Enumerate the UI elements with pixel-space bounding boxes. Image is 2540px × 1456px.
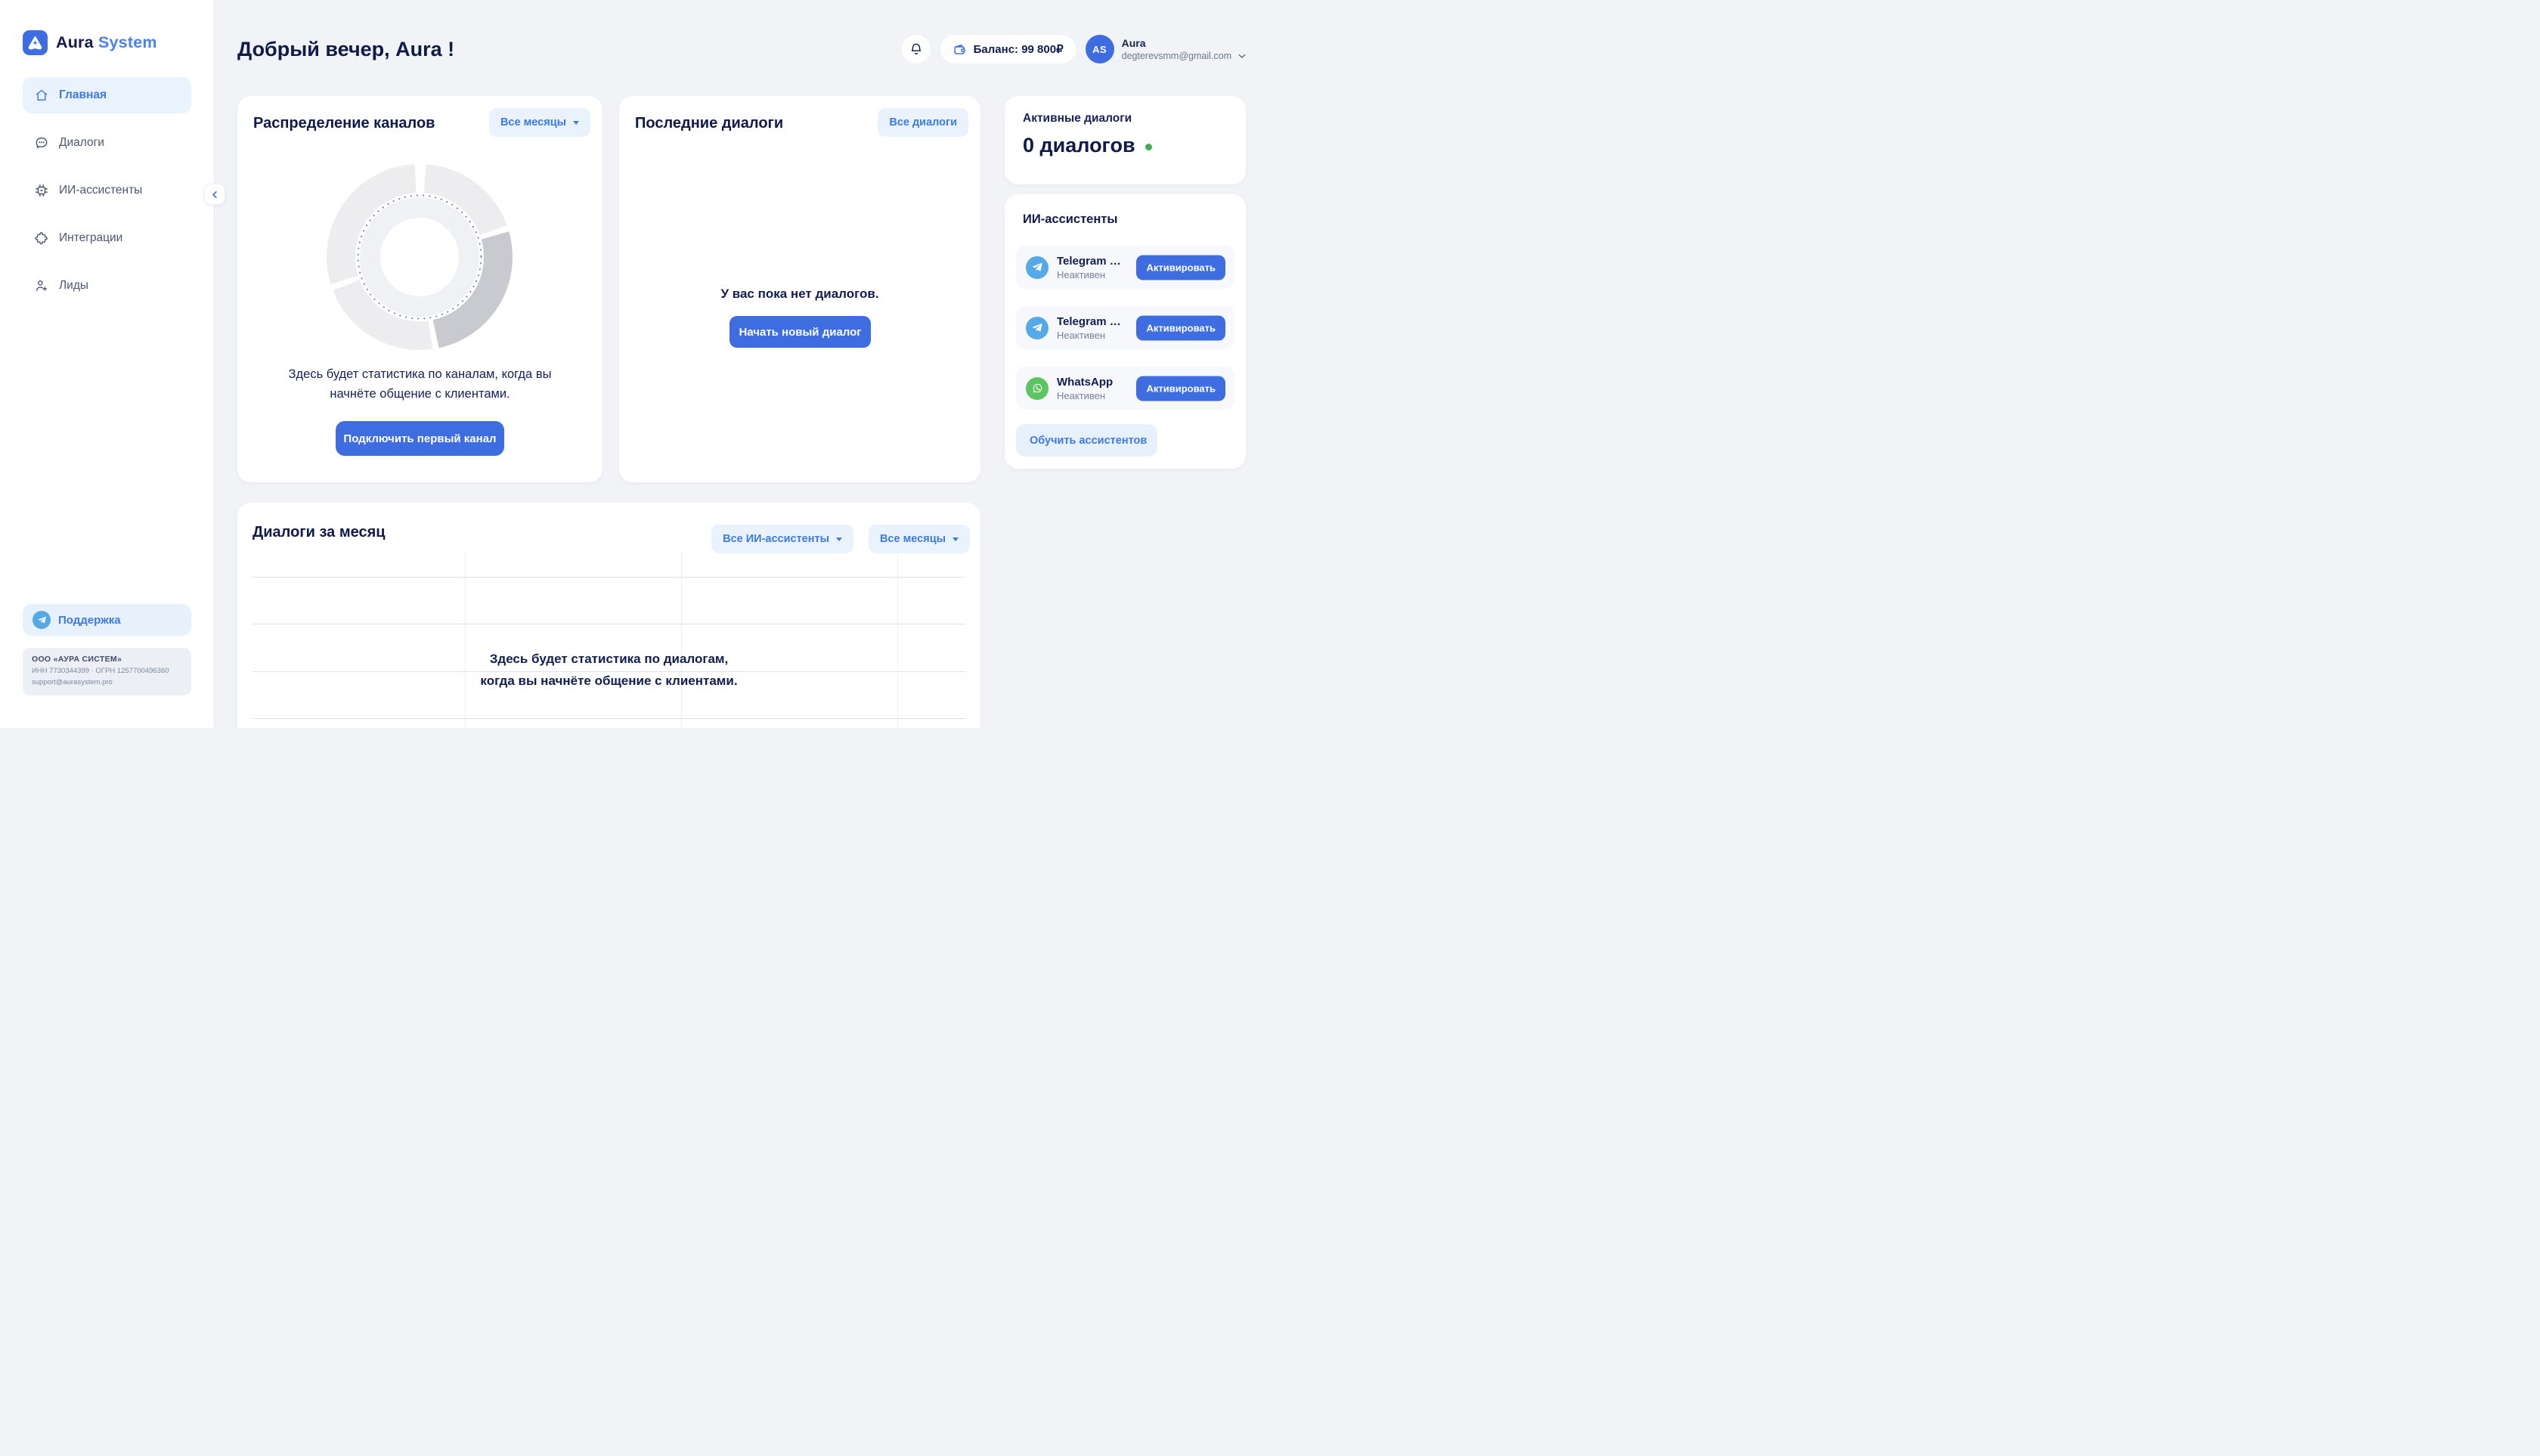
header-actions: Баланс: 99 800₽ AS Aura degterevsmm@gmai… [902,35,1247,64]
assistant-info: WhatsApp Неактивен [1057,376,1113,401]
monthly-card-title: Диалоги за месяц [252,524,386,541]
support-label: Поддержка [58,614,121,627]
months-filter[interactable]: Все месяцы [869,525,970,553]
user-plus-icon [34,278,49,293]
sidebar-item-leads[interactable]: Лиды [23,268,191,304]
filter-label: Все месяцы [500,116,566,129]
assistants-filter[interactable]: Все ИИ-ассистенты [711,525,853,553]
sidebar-item-label: ИИ-ассистенты [59,184,142,197]
filter-label: Все ИИ-ассистенты [723,533,829,545]
filter-label: Все месяцы [880,533,946,545]
company-name: ООО «АУРА СИСТЕМ» [32,655,182,664]
caret-down-icon [952,537,959,541]
channels-donut-chart [327,164,513,350]
status-dot-icon [1145,144,1152,150]
telegram-icon [33,611,51,629]
user-info: Aura degterevsmm@gmail.com [1122,37,1247,61]
gridline [897,552,898,728]
cpu-icon [34,183,49,198]
activate-assistant-button[interactable]: Активировать [1136,376,1225,401]
assistant-row[interactable]: WhatsApp Неактивен Активировать [1016,367,1234,410]
assistant-status: Неактивен [1057,330,1121,341]
chevron-down-icon [1237,51,1247,61]
assistant-info: Telegram … Неактивен [1057,255,1121,280]
sidebar-item-ai-assistants[interactable]: ИИ-ассистенты [23,172,191,209]
sidebar-nav: Главная Диалоги ИИ-ассис [23,77,191,304]
gridline [681,552,682,728]
sidebar-item-dialogs[interactable]: Диалоги [23,125,191,161]
assistant-status: Неактивен [1057,269,1121,280]
sidebar-item-label: Главная [59,88,107,102]
assistant-name: Telegram … [1057,255,1121,268]
all-dialogs-label: Все диалоги [889,116,957,129]
activate-assistant-button[interactable]: Активировать [1136,315,1225,340]
sidebar-item-label: Лиды [59,279,88,293]
caret-down-icon [573,121,579,125]
user-menu[interactable]: AS Aura degterevsmm@gmail.com [1086,35,1247,64]
company-email: support@aurasystem.pro [32,677,182,689]
sidebar-collapse-button[interactable] [204,184,225,205]
support-button[interactable]: Поддержка [23,604,191,636]
sidebar-item-home[interactable]: Главная [23,77,191,113]
telegram-icon [1026,256,1049,279]
user-email: degterevsmm@gmail.com [1122,51,1231,61]
sidebar: Aura System Главная Диалоги [0,0,215,728]
assistant-row[interactable]: Telegram … Неактивен Активировать [1016,246,1234,289]
active-dialogs-count: 0 диалогов [1023,134,1135,157]
all-dialogs-button[interactable]: Все диалоги [878,108,968,137]
assistant-name: WhatsApp [1057,376,1113,389]
sidebar-item-label: Интеграции [59,231,122,245]
bell-icon [909,42,924,57]
balance-label: Баланс: 99 800₽ [974,42,1064,56]
brand-logo[interactable]: Aura System [23,30,157,55]
gridline [252,718,965,719]
sidebar-item-label: Диалоги [59,136,104,150]
chevron-left-icon [210,190,220,200]
caret-down-icon [836,537,842,541]
channels-card: Распределение каналов Все месяцы Здесь б… [237,96,602,482]
active-dialogs-card: Активные диалоги 0 диалогов [1005,96,1246,184]
dialogs-empty-text: У вас пока нет диалогов. [619,287,980,302]
start-dialog-button[interactable]: Начать новый диалог [729,316,871,348]
channels-months-filter[interactable]: Все месяцы [489,108,590,137]
assistant-row[interactable]: Telegram … Неактивен Активировать [1016,306,1234,349]
home-icon [34,88,49,103]
recent-dialogs-card: Последние диалоги Все диалоги У вас пока… [619,96,980,482]
brand-name: Aura System [56,33,157,52]
chat-icon [34,135,49,150]
assistant-status: Неактивен [1057,390,1113,401]
dialogs-card-title: Последние диалоги [635,115,783,132]
dashboard-page: Aura System Главная Диалоги [0,0,1270,728]
assistant-info: Telegram … Неактивен [1057,315,1121,341]
page-greeting: Добрый вечер, Aura ! [237,38,454,61]
train-assistants-button[interactable]: Обучить ассистентов [1016,424,1157,457]
balance-button[interactable]: Баланс: 99 800₽ [940,35,1076,64]
gridline [465,552,466,728]
aura-logo-icon [23,30,48,55]
wallet-icon [952,42,967,57]
activate-assistant-button[interactable]: Активировать [1136,255,1225,280]
company-info-card: ООО «АУРА СИСТЕМ» ИНН 7730344399 · ОГРН … [23,648,191,695]
donut-inner-ring [370,208,469,307]
gridline [252,577,965,578]
monthly-empty-text: Здесь будет статистика по диалогам, когд… [252,648,965,692]
ai-assistants-card: ИИ-ассистенты Telegram … Неактивен Актив… [1005,194,1246,469]
user-name: Aura [1122,37,1247,49]
avatar: AS [1086,35,1114,64]
sidebar-item-integrations[interactable]: Интеграции [23,220,191,256]
active-dialogs-title: Активные диалоги [1023,112,1132,125]
whatsapp-icon [1026,377,1049,400]
connect-channel-button[interactable]: Подключить первый канал [336,421,504,456]
company-registration: ИНН 7730344399 · ОГРН 1257700496360 [32,666,182,677]
assistants-card-title: ИИ-ассистенты [1023,212,1117,227]
assistant-name: Telegram … [1057,315,1121,328]
channels-empty-text: Здесь будет статистика по каналам, когда… [237,364,602,404]
telegram-icon [1026,317,1049,339]
monthly-chart-grid: Здесь будет статистика по диалогам, когд… [252,552,965,728]
monthly-dialogs-card: Диалоги за месяц Все ИИ-ассистенты Все м… [237,503,980,728]
notifications-button[interactable] [902,35,931,64]
puzzle-icon [34,231,49,246]
channels-card-title: Распределение каналов [253,115,435,132]
